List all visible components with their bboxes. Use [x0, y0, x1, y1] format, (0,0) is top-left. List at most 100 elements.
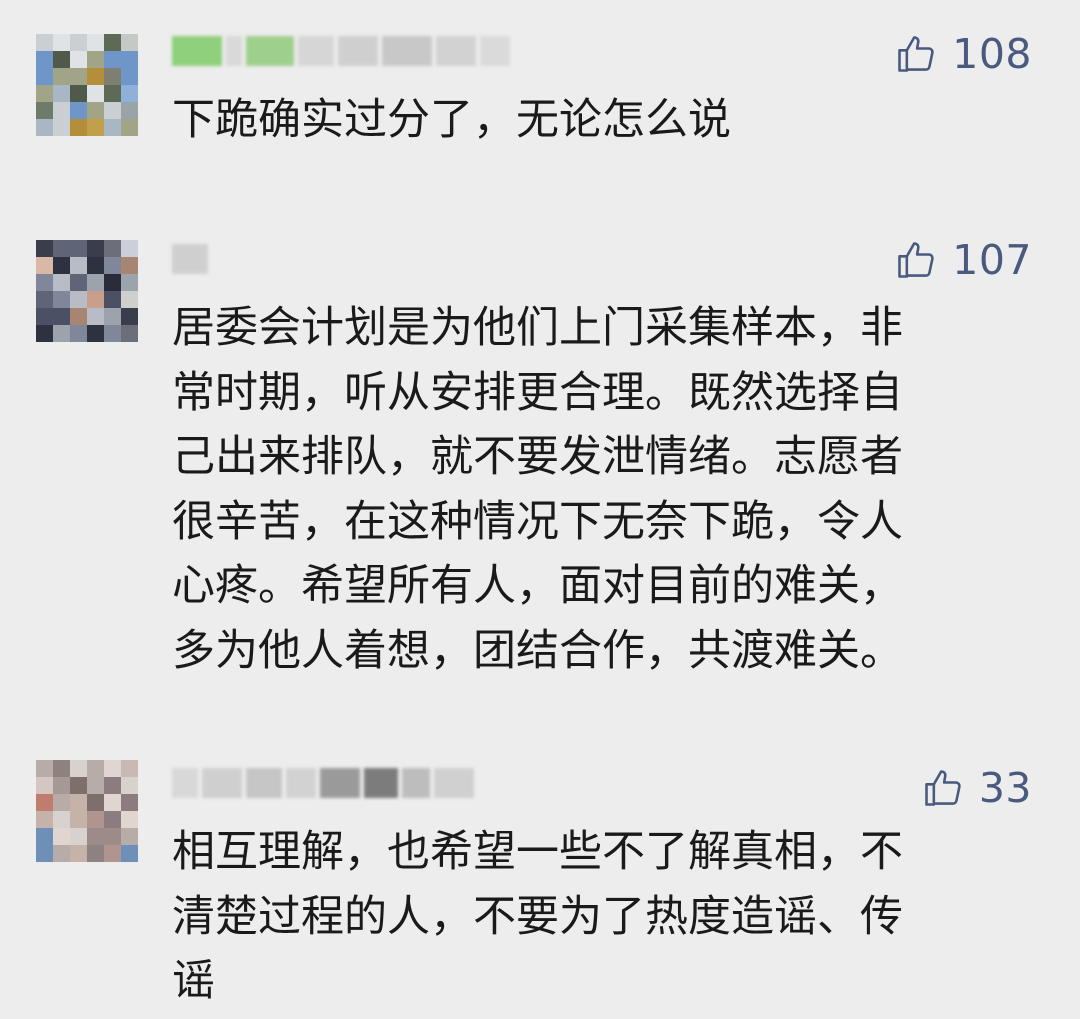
- avatar-pixel: [36, 119, 53, 136]
- avatar-pixel: [70, 240, 87, 257]
- avatar[interactable]: [36, 34, 138, 136]
- avatar-pixel: [53, 794, 70, 811]
- avatar-pixel: [121, 811, 138, 828]
- comment-item: 33 相互理解，也希望一些不了解真相，不 清楚过程的人，不要为了热度造谣、传 谣: [0, 740, 1080, 1019]
- avatar-pixel: [104, 102, 121, 119]
- avatar-pixel: [70, 845, 87, 862]
- avatar-pixel: [87, 291, 104, 308]
- avatar-pixel: [87, 828, 104, 845]
- avatar-pixel: [121, 325, 138, 342]
- avatar-pixel: [53, 34, 70, 51]
- avatar-pixel: [36, 240, 53, 257]
- like-count: 107: [952, 236, 1032, 284]
- comment-line: 己出来排队，就不要发泄情绪。志愿者: [172, 432, 903, 482]
- username-blurred[interactable]: [172, 240, 212, 278]
- avatar-pixel: [104, 240, 121, 257]
- avatar-pixel: [36, 828, 53, 845]
- avatar-pixel: [104, 85, 121, 102]
- avatar-pixel: [87, 240, 104, 257]
- avatar-pixel: [104, 257, 121, 274]
- comment-item: 108 下跪确实过分了，无论怎么说: [0, 0, 1080, 200]
- username-blurred[interactable]: [172, 764, 478, 802]
- avatar-pixel: [104, 51, 121, 68]
- avatar-pixel: [104, 274, 121, 291]
- avatar-pixel: [87, 325, 104, 342]
- avatar-pixel: [53, 828, 70, 845]
- avatar-pixel: [87, 51, 104, 68]
- avatar-pixel: [53, 68, 70, 85]
- avatar-pixel: [121, 777, 138, 794]
- avatar-pixel: [104, 308, 121, 325]
- avatar-pixel: [104, 34, 121, 51]
- avatar-pixel: [53, 240, 70, 257]
- comment-line: 心疼。希望所有人，面对目前的难关，: [172, 561, 903, 611]
- avatar-pixel: [53, 845, 70, 862]
- comment-line: 相互理解，也希望一些不了解真相，不: [172, 827, 903, 877]
- avatar-pixel: [70, 828, 87, 845]
- avatar-pixel: [36, 811, 53, 828]
- avatar-pixel: [70, 119, 87, 136]
- avatar-pixel: [104, 811, 121, 828]
- comment-text: 下跪确实过分了，无论怎么说: [172, 88, 1002, 153]
- username-blurred[interactable]: [172, 32, 514, 70]
- avatar-pixel: [87, 102, 104, 119]
- avatar-pixel: [36, 845, 53, 862]
- avatar-pixel: [36, 291, 53, 308]
- comment-line: 谣: [172, 956, 215, 1006]
- avatar-pixel: [70, 760, 87, 777]
- avatar-pixel: [36, 760, 53, 777]
- avatar-pixel: [53, 811, 70, 828]
- comment-line: 下跪确实过分了，无论怎么说: [172, 95, 731, 145]
- avatar-pixel: [104, 760, 121, 777]
- avatar-pixel: [121, 51, 138, 68]
- like-count: 108: [952, 30, 1032, 78]
- avatar-pixel: [121, 68, 138, 85]
- comment-line: 很辛苦，在这种情况下无奈下跪，令人: [172, 496, 903, 547]
- avatar-pixel: [70, 85, 87, 102]
- avatar-pixel: [121, 34, 138, 51]
- avatar[interactable]: [36, 240, 138, 342]
- avatar-pixel: [53, 777, 70, 794]
- avatar[interactable]: [36, 760, 138, 862]
- avatar-pixel: [53, 257, 70, 274]
- avatar-pixel: [121, 257, 138, 274]
- avatar-pixel: [121, 274, 138, 291]
- avatar-pixel: [70, 777, 87, 794]
- avatar-pixel: [121, 102, 138, 119]
- avatar-pixel: [121, 794, 138, 811]
- avatar-pixel: [87, 777, 104, 794]
- avatar-pixel: [36, 34, 53, 51]
- comment-line: 多为他人着想，团结合作，共渡难关。: [172, 625, 903, 676]
- like-button[interactable]: 107: [894, 234, 1032, 286]
- avatar-pixel: [70, 325, 87, 342]
- avatar-pixel: [104, 325, 121, 342]
- like-button[interactable]: 108: [894, 28, 1032, 80]
- avatar-pixel: [104, 68, 121, 85]
- avatar-pixel: [87, 85, 104, 102]
- avatar-pixel: [36, 257, 53, 274]
- avatar-pixel: [121, 760, 138, 777]
- avatar-pixel: [87, 68, 104, 85]
- like-button[interactable]: 33: [921, 762, 1032, 814]
- avatar-pixel: [70, 308, 87, 325]
- comment-text: 相互理解，也希望一些不了解真相，不 清楚过程的人，不要为了热度造谣、传 谣: [172, 820, 1002, 1014]
- avatar-pixel: [121, 119, 138, 136]
- avatar-pixel: [87, 760, 104, 777]
- avatar-pixel: [87, 119, 104, 136]
- avatar-pixel: [36, 325, 53, 342]
- avatar-pixel: [36, 85, 53, 102]
- avatar-pixel: [53, 325, 70, 342]
- avatar-pixel: [53, 308, 70, 325]
- thumbs-up-icon: [898, 242, 934, 278]
- comment-item: 107 居委会计划是为他们上门采集样本，非 常时期，听从安排更合理。既然选择自 …: [0, 200, 1080, 740]
- avatar-pixel: [104, 794, 121, 811]
- avatar-pixel: [70, 274, 87, 291]
- avatar-pixel: [104, 777, 121, 794]
- avatar-pixel: [53, 760, 70, 777]
- comment-list: 108 下跪确实过分了，无论怎么说 107 居委会计划是为他们上门采集样本，非 …: [0, 0, 1080, 1019]
- like-count: 33: [978, 764, 1032, 812]
- avatar-pixel: [87, 257, 104, 274]
- avatar-pixel: [70, 811, 87, 828]
- thumbs-up-icon: [898, 36, 934, 72]
- avatar-pixel: [70, 34, 87, 51]
